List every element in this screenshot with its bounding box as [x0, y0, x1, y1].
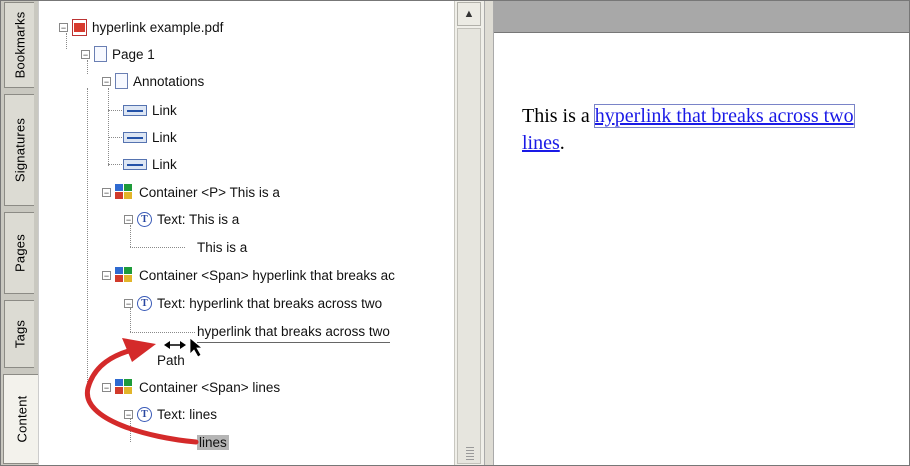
link-annotation-icon	[123, 104, 147, 116]
hyperlink-part-1[interactable]: hyperlink that breaks across two	[593, 104, 855, 128]
tab-signatures-label: Signatures	[12, 117, 27, 183]
grip-icon	[466, 447, 474, 461]
tree-node-container[interactable]: − Container <P> This is a	[102, 181, 280, 203]
tree-label: Link	[152, 156, 177, 172]
tree-connector	[108, 110, 122, 111]
tree-connector	[130, 247, 185, 248]
tree-node-leaf[interactable]: This is a	[197, 236, 247, 258]
tree-connector	[108, 164, 122, 165]
pdf-file-icon	[72, 18, 87, 36]
tree-node-root[interactable]: − hyperlink example.pdf	[59, 16, 223, 38]
tab-pages-label: Pages	[12, 234, 27, 272]
tree-node-text[interactable]: − T Text: hyperlink that breaks across t…	[124, 292, 382, 314]
tree-node-link[interactable]: Link	[123, 99, 177, 121]
tree-node-link[interactable]: Link	[123, 153, 177, 175]
tree-node-container[interactable]: − Container <Span> hyperlink that breaks…	[102, 264, 395, 286]
tree-node-leaf[interactable]: hyperlink that breaks across two	[197, 320, 390, 343]
tree-label: Text: hyperlink that breaks across two	[157, 295, 383, 311]
text-object-icon: T	[137, 295, 152, 311]
hyperlink-part-2[interactable]: lines	[522, 132, 560, 154]
tree-connector	[130, 332, 195, 333]
document-view: This is a hyperlink that breaks across t…	[494, 33, 910, 466]
container-icon	[115, 184, 134, 200]
tree-label: Container <Span> hyperlink that breaks a…	[139, 267, 395, 283]
tab-bookmarks[interactable]: Bookmarks	[4, 2, 34, 88]
tree-scrollbar[interactable]: ▲	[454, 0, 485, 466]
tab-content-label: Content	[14, 395, 29, 443]
container-icon	[115, 267, 134, 283]
tree-node-text[interactable]: − T Text: lines	[124, 403, 217, 425]
tree-node-page[interactable]: − Page 1	[81, 43, 155, 65]
text-object-icon: T	[137, 211, 152, 227]
collapse-icon[interactable]: −	[102, 382, 111, 392]
tree-label: Link	[152, 102, 177, 118]
tree-node-container[interactable]: − Container <Span> lines	[102, 376, 280, 398]
doc-text-after: .	[559, 132, 565, 154]
page-icon	[94, 46, 107, 62]
document-paragraph: This is a hyperlink that breaks across t…	[522, 103, 906, 157]
collapse-icon[interactable]: −	[124, 214, 133, 224]
collapse-icon[interactable]: −	[81, 49, 90, 59]
tree-label: lines	[197, 434, 229, 450]
tree-label: Text: This is a	[157, 211, 240, 227]
collapse-icon[interactable]: −	[102, 76, 111, 86]
scroll-up-button[interactable]: ▲	[457, 2, 481, 26]
tree-label: Container <Span> lines	[139, 379, 281, 395]
tab-bookmarks-label: Bookmarks	[12, 11, 27, 79]
container-icon	[115, 379, 134, 395]
tab-tags-label: Tags	[12, 319, 27, 349]
text-object-icon: T	[137, 406, 152, 422]
panel-tab-strip: Bookmarks Signatures Pages Tags Content	[0, 0, 39, 466]
tab-content[interactable]: Content	[3, 374, 39, 464]
tree-label: Link	[152, 129, 177, 145]
tree-connector	[108, 137, 122, 138]
tab-signatures[interactable]: Signatures	[4, 94, 34, 206]
tree-label: Annotations	[133, 73, 205, 89]
tree-connector	[108, 88, 109, 166]
collapse-icon[interactable]: −	[102, 187, 111, 197]
doc-text-before: This is a	[522, 105, 595, 127]
tree-label: hyperlink example.pdf	[92, 19, 224, 35]
collapse-icon[interactable]: −	[102, 270, 111, 280]
tree-label: Container <P> This is a	[139, 184, 280, 200]
content-tree: − hyperlink example.pdf − Page 1 − Annot…	[38, 0, 459, 466]
collapse-icon[interactable]: −	[59, 22, 68, 32]
tree-label: Text: lines	[157, 406, 218, 422]
scroll-thumb[interactable]	[457, 28, 481, 464]
tree-node-link[interactable]: Link	[123, 126, 177, 148]
link-annotation-icon	[123, 131, 147, 143]
chevron-up-icon: ▲	[463, 8, 475, 20]
tree-label: Path	[157, 352, 185, 368]
tree-node-path[interactable]: Path	[157, 349, 185, 371]
pane-splitter[interactable]	[484, 0, 494, 466]
tree-node-annotations[interactable]: − Annotations	[102, 70, 204, 92]
tab-pages[interactable]: Pages	[4, 212, 34, 294]
tree-label: This is a	[197, 239, 248, 255]
tree-label: Page 1	[112, 46, 155, 62]
document-header-bar	[494, 0, 910, 33]
tree-node-text[interactable]: − T Text: This is a	[124, 208, 239, 230]
tree-connector	[87, 88, 88, 388]
page-icon	[115, 73, 128, 89]
link-annotation-icon	[123, 158, 147, 170]
tab-tags[interactable]: Tags	[4, 300, 34, 368]
tree-node-leaf-selected[interactable]: lines	[197, 431, 229, 453]
collapse-icon[interactable]: −	[124, 298, 133, 308]
tree-label: hyperlink that breaks across two	[197, 323, 390, 339]
collapse-icon[interactable]: −	[124, 409, 133, 419]
